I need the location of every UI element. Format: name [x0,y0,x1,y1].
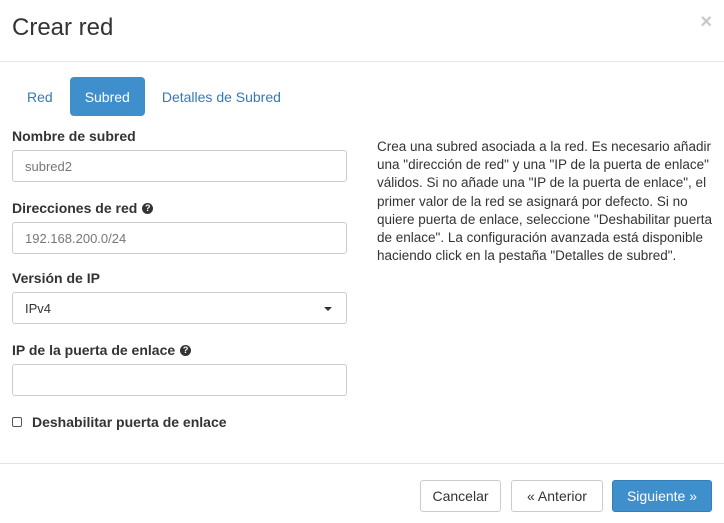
tab-detalles-de-subred[interactable]: Detalles de Subred [147,77,296,116]
disable-gateway-row: Deshabilitar puerta de enlace [12,414,227,430]
gateway-ip-label-row: IP de la puerta de enlace ? [12,342,347,358]
wizard-tabs: Red Subred Detalles de Subred [12,77,298,116]
subnet-name-input[interactable]: subred2 [12,150,347,182]
modal-title: Crear red [12,14,114,41]
network-address-input[interactable]: 192.168.200.0/24 [12,222,347,254]
question-icon[interactable]: ? [180,344,192,356]
network-address-label-row: Direcciones de red ? [12,200,347,216]
next-button[interactable]: Siguiente » [612,480,712,512]
ip-version-selected: IPv4 [25,300,52,316]
gateway-ip-group: IP de la puerta de enlace ? [12,342,347,396]
network-address-label: Direcciones de red [12,200,138,216]
ip-version-select[interactable]: IPv4 [12,292,347,324]
gateway-ip-label: IP de la puerta de enlace [12,342,176,358]
close-icon[interactable]: × [700,12,712,32]
tab-subred[interactable]: Subred [69,77,145,116]
caret-down-icon [324,307,332,311]
ip-version-group: Versión de IP IPv4 [12,270,347,324]
gateway-ip-input[interactable] [12,364,347,396]
disable-gateway-checkbox[interactable] [12,417,22,427]
cancel-button[interactable]: Cancelar [420,480,501,512]
question-icon[interactable]: ? [142,202,154,214]
ip-version-label: Versión de IP [12,270,100,286]
modal-header: Crear red × [0,0,724,62]
tab-red[interactable]: Red [12,77,68,116]
modal-footer: Cancelar « Anterior Siguiente » [0,463,724,523]
subnet-name-label: Nombre de subred [12,128,136,144]
network-address-group: Direcciones de red ? 192.168.200.0/24 [12,200,347,254]
subnet-name-group: Nombre de subred subred2 [12,128,347,182]
previous-button[interactable]: « Anterior [511,480,603,512]
help-text: Crea una subred asociada a la red. Es ne… [377,139,713,264]
disable-gateway-label[interactable]: Deshabilitar puerta de enlace [32,414,227,430]
